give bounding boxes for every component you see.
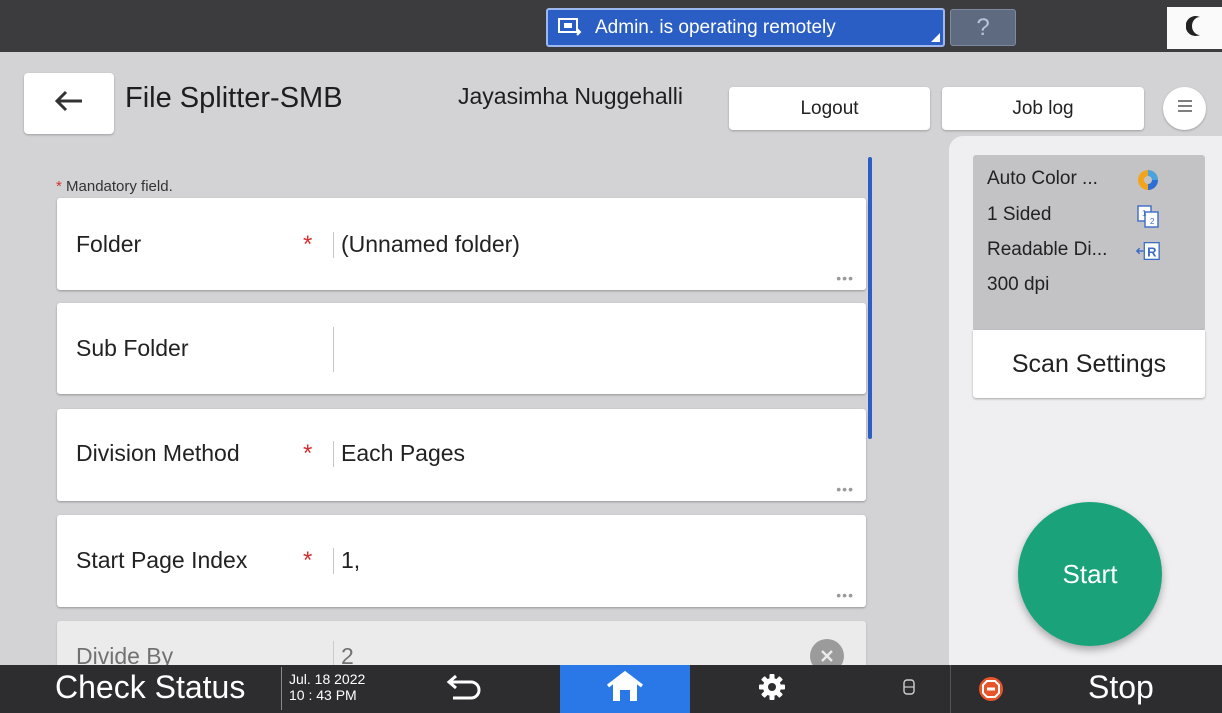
remote-screen-icon [557, 17, 583, 39]
job-log-button[interactable]: Job log [942, 87, 1144, 130]
settings-button[interactable] [752, 665, 792, 713]
more-icon: ••• [836, 481, 854, 497]
app-title: File Splitter-SMB [125, 82, 343, 114]
home-icon [605, 670, 645, 709]
start-page-index-field[interactable]: Start Page Index * 1, ••• [57, 515, 866, 607]
stop-label: Stop [1088, 669, 1154, 705]
field-value: (Unnamed folder) [341, 231, 520, 257]
data-indicator [897, 665, 921, 713]
field-divider [333, 641, 334, 667]
one-sided-icon: 12 [1135, 204, 1161, 228]
scan-settings-button[interactable]: Scan Settings [973, 330, 1205, 398]
field-divider [333, 232, 334, 258]
start-button[interactable]: Start [1018, 502, 1162, 646]
required-marker: * [303, 547, 313, 574]
more-icon: ••• [836, 270, 854, 286]
hamburger-icon [1177, 99, 1193, 118]
field-value: Each Pages [341, 440, 466, 466]
folder-field[interactable]: Folder * (Unnamed folder) ••• [57, 198, 866, 290]
return-arrow-icon [445, 674, 485, 705]
field-label: Division Method [76, 440, 240, 466]
date-text: Jul. 18 2022 [289, 671, 366, 687]
menu-button[interactable] [1163, 87, 1206, 130]
color-mode-value: Auto Color ... [987, 168, 1098, 189]
field-divider [333, 327, 334, 372]
arrow-left-icon [54, 90, 84, 117]
system-bottom-bar: Check Status Jul. 18 2022 10 : 43 PM Sto… [0, 665, 1222, 713]
home-button[interactable] [560, 665, 690, 713]
back-button[interactable] [24, 73, 114, 134]
mandatory-note-text: Mandatory field. [66, 178, 173, 195]
auto-color-icon [1135, 168, 1161, 192]
required-star: * [56, 178, 62, 195]
field-value: 1, [341, 547, 361, 573]
storage-icon [903, 678, 915, 700]
field-label: Start Page Index [76, 547, 248, 573]
energy-saver-button[interactable] [1167, 7, 1222, 49]
svg-text:R: R [1147, 245, 1157, 260]
system-top-bar: Admin. is operating remotely ? [0, 0, 1222, 52]
time-text: 10 : 43 PM [289, 687, 357, 703]
stop-icon [976, 665, 1006, 713]
check-status-button[interactable]: Check Status [55, 669, 245, 706]
required-marker: * [303, 440, 313, 467]
sides-value: 1 Sided [987, 204, 1052, 225]
field-divider [333, 441, 334, 467]
required-marker: * [303, 231, 313, 258]
field-divider [333, 548, 334, 574]
user-name: Jayasimha Nuggehalli [458, 83, 684, 109]
remote-operation-indicator[interactable]: Admin. is operating remotely [546, 8, 945, 47]
orientation-value: Readable Di... [987, 239, 1108, 260]
svg-text:2: 2 [1150, 217, 1155, 226]
gear-icon [757, 672, 787, 707]
sub-folder-field[interactable]: Sub Folder [57, 303, 866, 394]
return-button[interactable] [440, 665, 490, 713]
expand-corner-icon [931, 33, 940, 42]
scrollbar[interactable] [868, 157, 872, 439]
division-method-field[interactable]: Division Method * Each Pages ••• [57, 409, 866, 501]
more-icon: ••• [836, 587, 854, 603]
help-button[interactable]: ? [950, 9, 1016, 46]
mandatory-field-note: * Mandatory field. [56, 178, 173, 195]
logout-button[interactable]: Logout [729, 87, 930, 130]
readable-direction-icon: R [1135, 239, 1161, 263]
svg-text:1: 1 [1142, 209, 1147, 218]
remote-status-text: Admin. is operating remotely [595, 16, 836, 38]
moon-icon [1185, 15, 1204, 42]
field-label: Folder [76, 231, 142, 257]
stop-button[interactable] [950, 665, 1222, 713]
date-time-display: Jul. 18 2022 10 : 43 PM [281, 667, 401, 710]
resolution-value: 300 dpi [987, 274, 1050, 295]
field-label: Sub Folder [76, 335, 189, 361]
